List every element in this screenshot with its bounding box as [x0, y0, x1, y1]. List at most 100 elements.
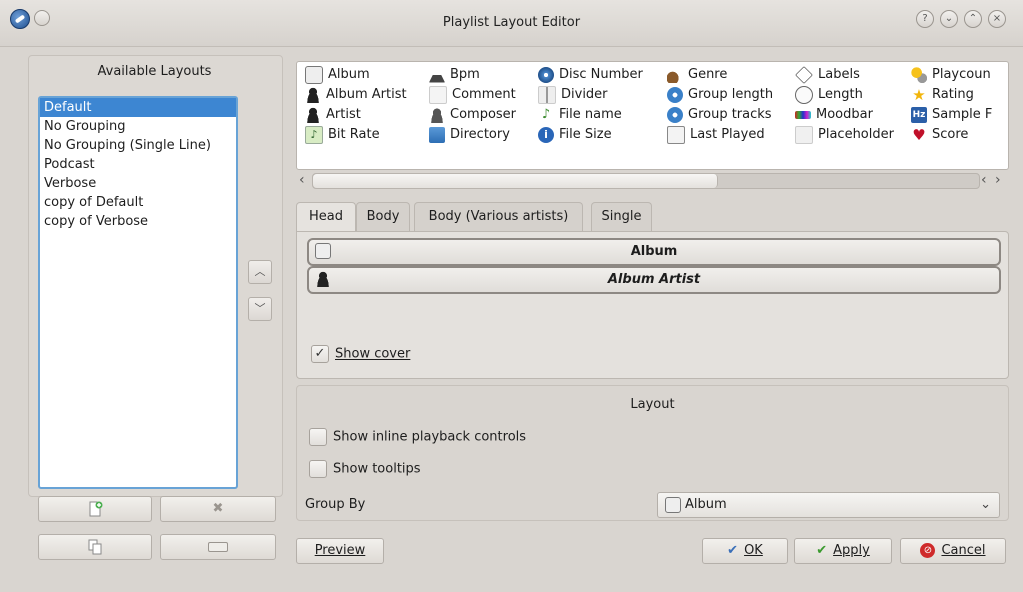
delete-layout-button[interactable]: ✖	[160, 496, 276, 522]
token-placeholder[interactable]: Placeholder	[795, 125, 894, 145]
minimize-button[interactable]: ⌄	[940, 10, 958, 28]
token-artist[interactable]: Artist	[305, 105, 361, 125]
scroll-right-button[interactable]: ›	[995, 172, 1001, 188]
show-cover-checkbox[interactable]: ✓ Show cover	[311, 345, 410, 363]
token-moodbar[interactable]: Moodbar	[795, 105, 873, 125]
token-file-name[interactable]: ♪ File name	[538, 105, 622, 125]
token-disc-number[interactable]: Disc Number	[538, 65, 643, 85]
star-icon: ★	[912, 85, 926, 104]
metronome-icon	[429, 66, 445, 83]
token-pool-scrollbar[interactable]: ‹ ‹ ›	[296, 170, 1007, 192]
layout-title: Layout	[630, 397, 675, 412]
rename-layout-button[interactable]	[160, 534, 276, 560]
comment-icon	[429, 85, 447, 104]
token-bit-rate[interactable]: ♪ Bit Rate	[305, 125, 380, 145]
layouts-list[interactable]: Default No Grouping No Grouping (Single …	[38, 96, 238, 489]
help-button[interactable]: ?	[916, 10, 934, 28]
tab-body[interactable]: Body	[356, 202, 410, 231]
token-score[interactable]: ♥ Score	[911, 125, 968, 145]
token-genre[interactable]: Genre	[667, 65, 727, 85]
token-album-artist[interactable]: Album Artist	[305, 85, 407, 105]
heart-icon: ♥	[912, 125, 926, 144]
list-item[interactable]: Verbose	[40, 174, 236, 193]
token-sample-rate[interactable]: Hz Sample F	[911, 105, 992, 125]
ok-button[interactable]: ✔ OK	[702, 538, 788, 564]
new-document-icon	[89, 501, 103, 516]
info-icon: i	[538, 126, 554, 143]
list-item[interactable]: copy of Default	[40, 193, 236, 212]
head-row-album-artist[interactable]: Album Artist	[307, 266, 1001, 294]
tab-head[interactable]: Head	[296, 202, 356, 233]
list-item[interactable]: Default	[40, 98, 236, 117]
music-note-icon: ♪	[541, 106, 551, 122]
token-length[interactable]: Length	[795, 85, 863, 105]
list-item[interactable]: No Grouping (Single Line)	[40, 136, 236, 155]
token-last-played[interactable]: Last Played	[667, 125, 765, 145]
move-down-button[interactable]: ﹀	[248, 297, 272, 321]
scrollbar-thumb[interactable]	[313, 174, 718, 188]
clock-icon	[795, 85, 813, 104]
checkmark-icon: ✔	[727, 543, 739, 558]
composer-icon	[429, 106, 445, 123]
checkmark-icon: ✔	[816, 543, 828, 558]
group-icon	[667, 106, 683, 123]
folder-icon	[429, 126, 445, 143]
placeholder-icon	[795, 125, 813, 144]
close-button[interactable]: ×	[988, 10, 1006, 28]
cd-icon	[665, 496, 681, 513]
tab-body-various-artists[interactable]: Body (Various artists)	[414, 202, 583, 231]
delete-icon: ✖	[212, 501, 224, 516]
token-rating[interactable]: ★ Rating	[911, 85, 974, 105]
token-bpm[interactable]: Bpm	[429, 65, 480, 85]
checkbox-box	[309, 428, 327, 446]
title-bar: Playlist Layout Editor ? ⌄ ⌃ ×	[0, 0, 1023, 47]
window-title: Playlist Layout Editor	[442, 15, 581, 30]
token-file-size[interactable]: i File Size	[538, 125, 612, 145]
guitar-icon	[667, 66, 683, 83]
token-group-length[interactable]: Group length	[667, 85, 773, 105]
preview-button[interactable]: Preview	[296, 538, 384, 564]
rename-icon	[208, 541, 228, 552]
token-composer[interactable]: Composer	[429, 105, 516, 125]
token-pool[interactable]: Album Album Artist Artist ♪ Bit Rate Bpm …	[296, 61, 1009, 170]
token-playcount[interactable]: Playcoun	[911, 65, 991, 85]
show-tooltips-checkbox[interactable]: Show tooltips	[309, 460, 421, 478]
token-comment[interactable]: Comment	[429, 85, 516, 105]
copy-layout-button[interactable]	[38, 534, 152, 560]
group-by-select[interactable]: Album ⌄	[657, 492, 1000, 518]
token-divider[interactable]: Divider	[538, 85, 608, 105]
person-icon	[305, 86, 321, 103]
group-icon	[667, 86, 683, 103]
available-layouts-title: Available Layouts	[97, 64, 212, 79]
apply-button[interactable]: ✔ Apply	[794, 538, 892, 564]
move-up-button[interactable]: ︿	[248, 260, 272, 284]
token-album[interactable]: Album	[305, 65, 370, 85]
chevron-up-icon: ︿	[254, 265, 266, 278]
cancel-button[interactable]: ⊘ Cancel	[900, 538, 1006, 564]
inline-playback-checkbox[interactable]: Show inline playback controls	[309, 428, 526, 446]
new-layout-button[interactable]	[38, 496, 152, 522]
tab-single[interactable]: Single	[591, 202, 652, 231]
list-item[interactable]: copy of Verbose	[40, 212, 236, 231]
divider-icon	[538, 85, 556, 104]
scrollbar-track[interactable]	[312, 173, 980, 189]
list-item[interactable]: No Grouping	[40, 117, 236, 136]
token-directory[interactable]: Directory	[429, 125, 510, 145]
disc-icon	[538, 66, 554, 83]
token-group-tracks[interactable]: Group tracks	[667, 105, 772, 125]
cancel-icon: ⊘	[920, 543, 936, 558]
checkmark-icon: ✓	[311, 345, 329, 363]
scroll-left-icon[interactable]: ‹	[299, 172, 305, 188]
head-row-album[interactable]: Album	[307, 238, 1001, 266]
list-item[interactable]: Podcast	[40, 155, 236, 174]
hz-icon: Hz	[911, 106, 927, 123]
layout-settings-panel: Layout Show inline playback controls Sho…	[296, 385, 1009, 521]
scroll-left-button[interactable]: ‹	[981, 172, 987, 188]
maximize-button[interactable]: ⌃	[964, 10, 982, 28]
token-labels[interactable]: Labels	[795, 65, 860, 85]
playcount-icon	[911, 66, 927, 83]
chevron-down-icon: ⌄	[980, 497, 991, 512]
calendar-icon	[667, 125, 685, 144]
tab-content-head: Album Album Artist ✓ Show cover	[296, 231, 1009, 379]
copy-icon	[88, 539, 102, 554]
